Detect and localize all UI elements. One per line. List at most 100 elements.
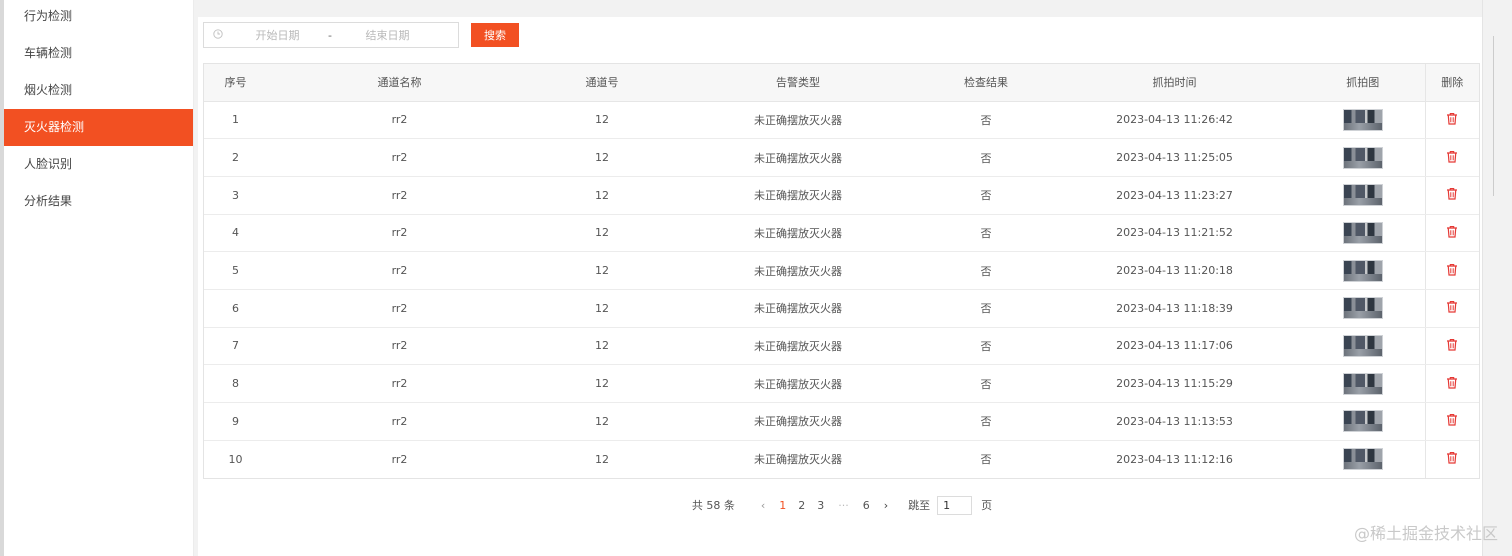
table-row: 1 rr2 12 未正确摆放灭火器否 2023-04-13 11:26:42 bbox=[204, 101, 1479, 140]
capture-time: 2023-04-13 11:21:52 bbox=[1048, 214, 1301, 253]
page-2[interactable]: 2 bbox=[798, 499, 805, 512]
alarm-type: 未正确摆放灭火器 bbox=[672, 138, 924, 177]
column-header: 序号 bbox=[204, 64, 267, 102]
snapshot-thumbnail[interactable] bbox=[1342, 221, 1383, 244]
trash-icon[interactable] bbox=[1446, 451, 1458, 467]
sidebar-item-3[interactable]: 灭火器检测 bbox=[4, 109, 193, 146]
search-button[interactable]: 搜索 bbox=[471, 23, 519, 47]
table-row: 10 rr2 12 未正确摆放灭火器 否 2023-04-13 11:12:16 bbox=[204, 440, 1479, 478]
page-1[interactable]: 1 bbox=[779, 499, 786, 512]
channel-number: 12 bbox=[532, 251, 672, 290]
delete-cell bbox=[1424, 402, 1479, 441]
scroll-track bbox=[1493, 36, 1511, 196]
alarm-type: 未正确摆放灭火器 bbox=[672, 101, 924, 140]
delete-cell bbox=[1424, 101, 1479, 140]
sidebar-item-2[interactable]: 烟火检测 bbox=[4, 72, 193, 109]
alarm-type: 未正确摆放灭火器 bbox=[672, 364, 924, 403]
trash-icon[interactable] bbox=[1446, 413, 1458, 429]
sidebar-item-4[interactable]: 人脸识别 bbox=[4, 146, 193, 183]
column-header: 通道号 bbox=[532, 64, 672, 102]
clock-icon bbox=[206, 28, 230, 42]
channel-number: 12 bbox=[532, 138, 672, 177]
snapshot-cell bbox=[1301, 402, 1425, 441]
snapshot-thumbnail[interactable] bbox=[1342, 184, 1383, 207]
pagination-total: 共 58 条 bbox=[691, 499, 735, 512]
check-result: 否 bbox=[924, 327, 1048, 366]
table-row: 7 rr2 12 未正确摆放灭火器否 2023-04-13 11:17:06 bbox=[204, 327, 1479, 366]
row-index: 1 bbox=[204, 101, 267, 140]
channel-number: 12 bbox=[532, 327, 672, 366]
trash-icon[interactable] bbox=[1446, 112, 1458, 128]
capture-time: 2023-04-13 11:25:05 bbox=[1048, 138, 1301, 177]
channel-name: rr2 bbox=[267, 251, 532, 290]
page-list: 123 bbox=[773, 499, 830, 512]
end-date-input[interactable]: 结束日期 bbox=[335, 27, 440, 43]
sidebar-item-5[interactable]: 分析结果 bbox=[4, 183, 193, 220]
snapshot-thumbnail[interactable] bbox=[1342, 372, 1383, 395]
snapshot-thumbnail[interactable] bbox=[1342, 146, 1383, 169]
check-result: 否 bbox=[924, 364, 1048, 403]
snapshot-thumbnail[interactable] bbox=[1342, 108, 1383, 131]
snapshot-cell bbox=[1301, 214, 1425, 253]
trash-icon[interactable] bbox=[1446, 150, 1458, 166]
snapshot-cell bbox=[1301, 289, 1425, 328]
sidebar-item-1[interactable]: 车辆检测 bbox=[4, 35, 193, 72]
capture-time: 2023-04-13 11:12:16 bbox=[1116, 452, 1233, 466]
goto-page-input[interactable] bbox=[937, 495, 973, 515]
delete-cell bbox=[1424, 327, 1479, 366]
sidebar-item-0[interactable]: 行为检测 bbox=[4, 0, 193, 35]
table-row: 5 rr2 12 未正确摆放灭火器否 2023-04-13 11:20:18 bbox=[204, 251, 1479, 290]
capture-time: 2023-04-13 11:23:27 bbox=[1048, 176, 1301, 215]
start-date-input[interactable]: 开始日期 bbox=[230, 27, 325, 43]
trash-icon[interactable] bbox=[1446, 187, 1458, 203]
delete-cell bbox=[1424, 364, 1479, 403]
table-header-row: 序号 通道名称 通道号 告警类型 检查结果 抓拍时间 抓拍图 删除 bbox=[204, 64, 1479, 102]
alarm-type: 未正确摆放灭火器 bbox=[754, 453, 842, 467]
table-row: 6 rr2 12 未正确摆放灭火器否 2023-04-13 11:18:39 bbox=[204, 289, 1479, 328]
check-result: 否 bbox=[924, 138, 1048, 177]
date-separator: - bbox=[328, 28, 332, 42]
row-index: 7 bbox=[204, 327, 267, 366]
snapshot-cell bbox=[1301, 327, 1425, 366]
table-row: 8 rr2 12 未正确摆放灭火器否 2023-04-13 11:15:29 bbox=[204, 364, 1479, 403]
alarm-type: 未正确摆放灭火器 bbox=[672, 289, 924, 328]
snapshot-thumbnail[interactable] bbox=[1342, 334, 1383, 357]
page-3[interactable]: 3 bbox=[817, 499, 824, 512]
snapshot-cell bbox=[1301, 251, 1425, 290]
trash-icon[interactable] bbox=[1446, 338, 1458, 354]
delete-cell bbox=[1424, 214, 1479, 253]
snapshot-thumbnail[interactable] bbox=[1342, 259, 1383, 282]
snapshot-thumbnail[interactable] bbox=[1342, 297, 1383, 320]
page-last[interactable]: 6 bbox=[863, 499, 870, 512]
snapshot-cell bbox=[1301, 176, 1425, 215]
snapshot-thumbnail[interactable] bbox=[1342, 410, 1383, 433]
prev-page-button[interactable]: ‹ bbox=[761, 499, 765, 512]
capture-time: 2023-04-13 11:20:18 bbox=[1048, 251, 1301, 290]
channel-number: 12 bbox=[595, 452, 609, 466]
next-page-button[interactable]: › bbox=[884, 499, 888, 512]
channel-name: rr2 bbox=[267, 101, 532, 140]
channel-name: rr2 bbox=[267, 327, 532, 366]
delete-cell bbox=[1424, 251, 1479, 290]
column-header: 告警类型 bbox=[672, 64, 924, 102]
row-index: 2 bbox=[204, 138, 267, 177]
trash-icon[interactable] bbox=[1446, 376, 1458, 392]
trash-icon[interactable] bbox=[1446, 263, 1458, 279]
table-body: 1 rr2 12 未正确摆放灭火器否 2023-04-13 11:26:42 2 rr2 12… bbox=[204, 101, 1479, 478]
channel-name: rr2 bbox=[267, 364, 532, 403]
channel-name: rr2 bbox=[267, 138, 532, 177]
pagination-ellipsis[interactable]: ··· bbox=[838, 499, 849, 512]
channel-name: rr2 bbox=[267, 402, 532, 441]
trash-icon[interactable] bbox=[1446, 225, 1458, 241]
date-range-picker[interactable]: 开始日期 - 结束日期 bbox=[203, 22, 459, 48]
delete-cell bbox=[1424, 176, 1479, 215]
channel-number: 12 bbox=[532, 402, 672, 441]
row-index: 8 bbox=[204, 364, 267, 403]
check-result: 否 bbox=[924, 214, 1048, 253]
channel-number: 12 bbox=[532, 214, 672, 253]
snapshot-cell bbox=[1301, 138, 1425, 177]
snapshot-thumbnail[interactable] bbox=[1342, 448, 1383, 471]
trash-icon[interactable] bbox=[1446, 300, 1458, 316]
results-table: 序号 通道名称 通道号 告警类型 检查结果 抓拍时间 抓拍图 删除 1 rr2 12 未正确摆放灭火… bbox=[203, 63, 1480, 479]
capture-time: 2023-04-13 11:18:39 bbox=[1048, 289, 1301, 328]
